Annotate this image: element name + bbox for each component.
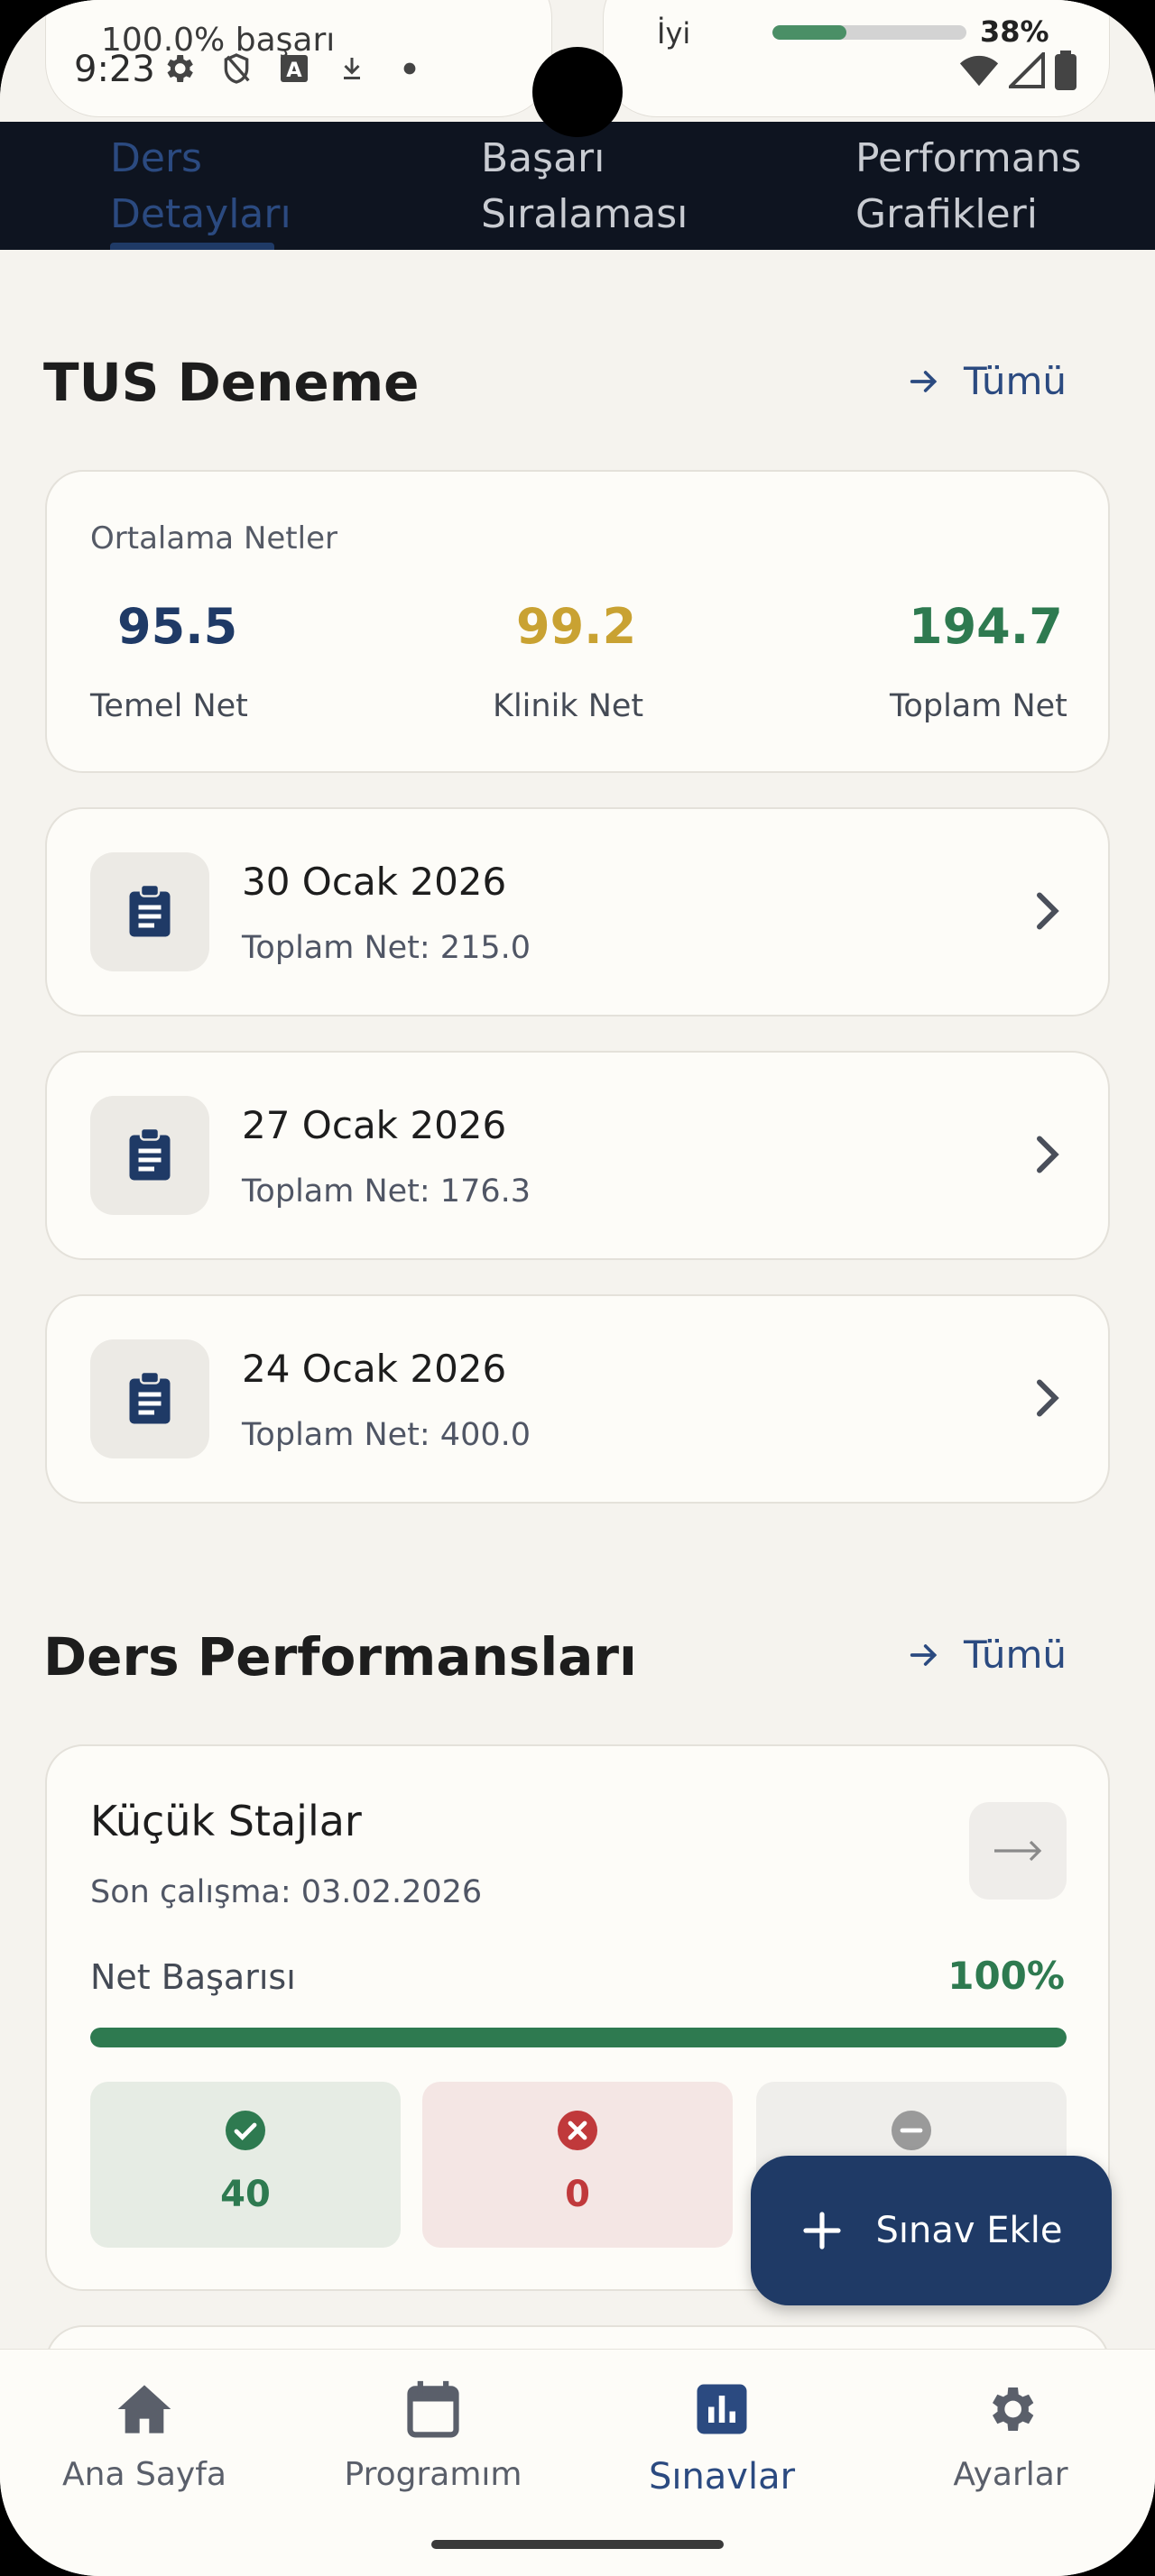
- clipboard-icon: [90, 1096, 209, 1215]
- correct-count: 40: [220, 2174, 271, 2215]
- open-course-button[interactable]: [969, 1802, 1067, 1900]
- total-net-value: 194.7: [909, 598, 1063, 655]
- clipboard-icon: [90, 1339, 209, 1458]
- nav-home[interactable]: Ana Sayfa: [0, 2373, 289, 2493]
- exam-card[interactable]: 27 Ocak 2026 Toplam Net: 176.3: [45, 1051, 1110, 1260]
- svg-text:A: A: [286, 59, 302, 82]
- app-screen: 100.0% başarı 9:23 A İyi 38% Ders Detayl…: [0, 0, 1155, 2576]
- exam-date: 27 Ocak 2026: [242, 1103, 507, 1147]
- status-progress-fill: [772, 25, 846, 40]
- clock: 9:23: [74, 49, 155, 90]
- nav-schedule[interactable]: Programım: [289, 2373, 578, 2493]
- nav-exams[interactable]: Sınavlar: [578, 2373, 866, 2498]
- exam-total-net: Toplam Net: 215.0: [242, 930, 531, 966]
- wrong-count-box: 0: [422, 2082, 733, 2248]
- camera-cutout: [532, 47, 623, 137]
- course-name: Küçük Stajlar: [90, 1797, 362, 1845]
- net-success-bar-fill: [90, 2028, 1067, 2047]
- cell-signal-icon: [1006, 50, 1045, 92]
- see-all-label: Tümü: [964, 359, 1067, 403]
- home-icon: [117, 2385, 171, 2433]
- clinical-net-value: 99.2: [516, 598, 637, 655]
- arrow-right-icon: [910, 370, 938, 392]
- font-a-icon: A: [274, 49, 314, 88]
- battery-icon: [1054, 51, 1077, 94]
- wrong-count: 0: [565, 2174, 590, 2215]
- x-circle-icon: [558, 2111, 597, 2150]
- tab-bar: Ders Detayları Başarı Sıralaması Perform…: [0, 122, 1155, 250]
- exam-total-net: Toplam Net: 400.0: [242, 1417, 531, 1453]
- average-nets-title: Ortalama Netler: [90, 520, 337, 557]
- plus-icon: [802, 2212, 841, 2249]
- tus-see-all-link[interactable]: Tümü: [906, 359, 1067, 403]
- signal-label: İyi: [657, 16, 691, 51]
- tab-success-ranking[interactable]: Başarı Sıralaması: [481, 131, 688, 243]
- chevron-right-icon: [1037, 1379, 1059, 1417]
- correct-count-box: 40: [90, 2082, 401, 2248]
- add-exam-button[interactable]: Sınav Ekle: [751, 2156, 1112, 2305]
- long-arrow-right-icon: [994, 1840, 1042, 1862]
- exam-total-net: Toplam Net: 176.3: [242, 1173, 531, 1210]
- arrow-right-icon: [910, 1643, 938, 1666]
- status-progress-bar: [772, 25, 966, 40]
- exam-date: 24 Ocak 2026: [242, 1347, 507, 1391]
- nav-exams-label: Sınavlar: [648, 2456, 796, 2498]
- basic-net-label: Temel Net: [90, 688, 248, 724]
- nav-settings[interactable]: Ayarlar: [866, 2373, 1155, 2493]
- dot-icon: [390, 49, 430, 88]
- see-all-label: Tümü: [964, 1633, 1067, 1677]
- exam-card[interactable]: 24 Ocak 2026 Toplam Net: 400.0: [45, 1294, 1110, 1504]
- average-nets-card: Ortalama Netler 95.5 Temel Net 99.2 Klin…: [45, 470, 1110, 773]
- wifi-icon: [958, 52, 1000, 92]
- calendar-icon: [407, 2380, 459, 2438]
- settings-notification-icon: [159, 49, 199, 88]
- net-success-bar: [90, 2028, 1067, 2047]
- net-success-percent: 100%: [947, 1954, 1065, 1998]
- exam-card[interactable]: 30 Ocak 2026 Toplam Net: 215.0: [45, 807, 1110, 1017]
- clipboard-icon: [90, 852, 209, 971]
- battery-percent: 38%: [980, 14, 1049, 49]
- last-study-date: Son çalışma: 03.02.2026: [90, 1874, 483, 1910]
- notification-icons: A: [159, 49, 430, 88]
- section-title-tus: TUS Deneme: [43, 352, 420, 413]
- gear-icon: [993, 2387, 1034, 2431]
- check-circle-icon: [226, 2111, 265, 2150]
- add-exam-label: Sınav Ekle: [875, 2210, 1063, 2251]
- section-title-performance: Ders Performansları: [43, 1626, 637, 1688]
- exam-date: 30 Ocak 2026: [242, 860, 507, 904]
- chevron-right-icon: [1037, 892, 1059, 930]
- tab-performance-charts[interactable]: Performans Grafikleri: [855, 131, 1082, 243]
- tab-course-details[interactable]: Ders Detayları: [110, 131, 291, 243]
- system-icons: [958, 50, 1077, 94]
- nav-schedule-label: Programım: [344, 2456, 522, 2493]
- chart-icon: [697, 2384, 747, 2434]
- status-bar: 100.0% başarı 9:23 A İyi 38%: [0, 0, 1155, 137]
- net-success-label: Net Başarısı: [90, 1957, 296, 1997]
- shield-icon: [217, 49, 256, 88]
- nav-home-label: Ana Sayfa: [62, 2456, 226, 2493]
- download-icon: [332, 49, 372, 88]
- minus-circle-icon: [892, 2111, 931, 2150]
- nav-settings-label: Ayarlar: [953, 2456, 1068, 2493]
- performance-see-all-link[interactable]: Tümü: [906, 1633, 1067, 1677]
- chevron-right-icon: [1037, 1136, 1059, 1173]
- total-net-label: Toplam Net: [890, 688, 1067, 724]
- home-indicator[interactable]: [431, 2540, 724, 2549]
- basic-net-value: 95.5: [117, 598, 238, 655]
- clinical-net-label: Klinik Net: [493, 688, 644, 724]
- active-tab-indicator: [110, 243, 274, 250]
